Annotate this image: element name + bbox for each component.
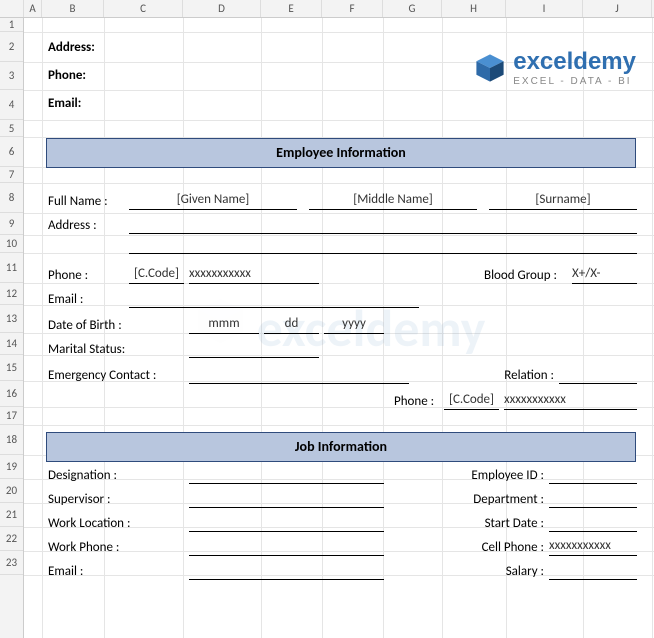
middle-name-field[interactable]: [Middle Name] bbox=[309, 192, 477, 210]
relation-label: Relation : bbox=[454, 368, 554, 383]
emergency-name-field[interactable] bbox=[189, 366, 409, 384]
work-phone-field[interactable] bbox=[189, 538, 384, 556]
surname-field[interactable]: [Surname] bbox=[489, 192, 637, 210]
start-date-field[interactable] bbox=[549, 514, 637, 532]
emp-email-field[interactable] bbox=[129, 290, 419, 308]
row-header-19[interactable]: 19 bbox=[0, 455, 23, 479]
row-header-7[interactable]: 7 bbox=[0, 167, 23, 183]
work-phone-label: Work Phone : bbox=[48, 540, 119, 555]
emergency-phone-ccode[interactable]: [C.Code] bbox=[444, 392, 499, 410]
section-employee-info: Employee Information bbox=[46, 138, 636, 168]
blood-group-field[interactable]: X+/X- bbox=[572, 266, 637, 284]
emp-address-line2[interactable] bbox=[129, 236, 637, 254]
empid-field[interactable] bbox=[549, 466, 637, 484]
row-header-1[interactable]: 1 bbox=[0, 18, 23, 32]
sheet-content: exceldemy Address: Phone: Email: excelde… bbox=[24, 18, 654, 638]
emergency-phone-label: Phone : bbox=[394, 394, 434, 409]
emp-address-line1[interactable] bbox=[129, 216, 637, 234]
marital-label: Marital Status: bbox=[48, 342, 125, 357]
supervisor-field[interactable] bbox=[189, 490, 384, 508]
emp-address-label: Address : bbox=[48, 218, 97, 233]
salary-label: Salary : bbox=[444, 564, 544, 579]
row-header-6[interactable]: 6 bbox=[0, 137, 23, 167]
row-header-22[interactable]: 22 bbox=[0, 527, 23, 551]
row-header-3[interactable]: 3 bbox=[0, 62, 23, 90]
emp-phone-ccode[interactable]: [C.Code] bbox=[129, 266, 184, 284]
col-header-J[interactable]: J bbox=[583, 0, 652, 17]
row-header-5[interactable]: 5 bbox=[0, 120, 23, 137]
job-email-field[interactable] bbox=[189, 562, 384, 580]
supervisor-label: Supervisor : bbox=[48, 492, 111, 507]
dob-day[interactable]: dd bbox=[264, 316, 319, 334]
row-header-23[interactable]: 23 bbox=[0, 551, 23, 575]
cell-phone-label: Cell Phone : bbox=[444, 540, 544, 555]
row-header-20[interactable]: 20 bbox=[0, 479, 23, 503]
col-header-A[interactable]: A bbox=[24, 0, 42, 17]
work-location-field[interactable] bbox=[189, 514, 384, 532]
col-header-F[interactable]: F bbox=[322, 0, 383, 17]
designation-label: Designation : bbox=[48, 468, 117, 483]
row-header-21[interactable]: 21 bbox=[0, 503, 23, 527]
logo: exceldemy EXCEL - DATA - BI bbox=[473, 48, 636, 87]
marital-field[interactable] bbox=[189, 340, 319, 358]
row-header-17[interactable]: 17 bbox=[0, 407, 23, 425]
row-header-12[interactable]: 12 bbox=[0, 283, 23, 305]
address-label: Address: bbox=[48, 40, 95, 55]
dob-month[interactable]: mmm bbox=[189, 316, 259, 334]
row-header-9[interactable]: 9 bbox=[0, 213, 23, 235]
row-header-8[interactable]: 8 bbox=[0, 183, 23, 213]
designation-field[interactable] bbox=[189, 466, 384, 484]
emp-email-label: Email : bbox=[48, 292, 83, 307]
logo-tagline: EXCEL - DATA - BI bbox=[513, 76, 636, 87]
department-label: Department : bbox=[444, 492, 544, 507]
emp-phone-number[interactable]: xxxxxxxxxxx bbox=[189, 266, 319, 284]
row-header-16[interactable]: 16 bbox=[0, 381, 23, 407]
empid-label: Employee ID : bbox=[444, 468, 544, 483]
row-header-14[interactable]: 14 bbox=[0, 333, 23, 355]
col-header-G[interactable]: G bbox=[383, 0, 442, 17]
department-field[interactable] bbox=[549, 490, 637, 508]
col-header-H[interactable]: H bbox=[442, 0, 506, 17]
col-header-C[interactable]: C bbox=[104, 0, 183, 17]
row-header-2[interactable]: 2 bbox=[0, 32, 23, 62]
full-name-label: Full Name : bbox=[48, 194, 108, 209]
dob-year[interactable]: yyyy bbox=[324, 316, 384, 334]
section-job-info: Job Information bbox=[46, 432, 636, 462]
col-header-B[interactable]: B bbox=[42, 0, 104, 17]
row-header-18[interactable]: 18 bbox=[0, 425, 23, 455]
cell-phone-field[interactable]: xxxxxxxxxxx bbox=[549, 538, 637, 556]
emergency-phone-number[interactable]: xxxxxxxxxxx bbox=[504, 392, 637, 410]
row-headers: 1234567891011121314151617181920212223 bbox=[0, 18, 24, 638]
work-location-label: Work Location : bbox=[48, 516, 130, 531]
start-date-label: Start Date : bbox=[444, 516, 544, 531]
given-name-field[interactable]: [Given Name] bbox=[129, 192, 297, 210]
logo-cube-icon bbox=[473, 51, 507, 85]
logo-brand: exceldemy bbox=[513, 48, 636, 76]
row-header-10[interactable]: 10 bbox=[0, 235, 23, 253]
emp-phone-label: Phone : bbox=[48, 268, 88, 283]
col-header-E[interactable]: E bbox=[261, 0, 322, 17]
email-label: Email: bbox=[48, 96, 81, 111]
blood-group-label: Blood Group : bbox=[484, 268, 557, 283]
row-header-13[interactable]: 13 bbox=[0, 305, 23, 333]
dob-label: Date of Birth : bbox=[48, 318, 122, 333]
column-headers: ABCDEFGHIJ bbox=[0, 0, 654, 18]
row-header-11[interactable]: 11 bbox=[0, 253, 23, 283]
job-email-label: Email : bbox=[48, 564, 83, 579]
row-header-15[interactable]: 15 bbox=[0, 355, 23, 381]
relation-field[interactable] bbox=[559, 366, 637, 384]
col-header-I[interactable]: I bbox=[506, 0, 583, 17]
row-header-4[interactable]: 4 bbox=[0, 90, 23, 120]
phone-label: Phone: bbox=[48, 68, 86, 83]
salary-field[interactable] bbox=[549, 562, 637, 580]
spreadsheet: ABCDEFGHIJ 12345678910111213141516171819… bbox=[0, 0, 654, 638]
emergency-label: Emergency Contact : bbox=[48, 368, 156, 383]
col-header-D[interactable]: D bbox=[183, 0, 261, 17]
